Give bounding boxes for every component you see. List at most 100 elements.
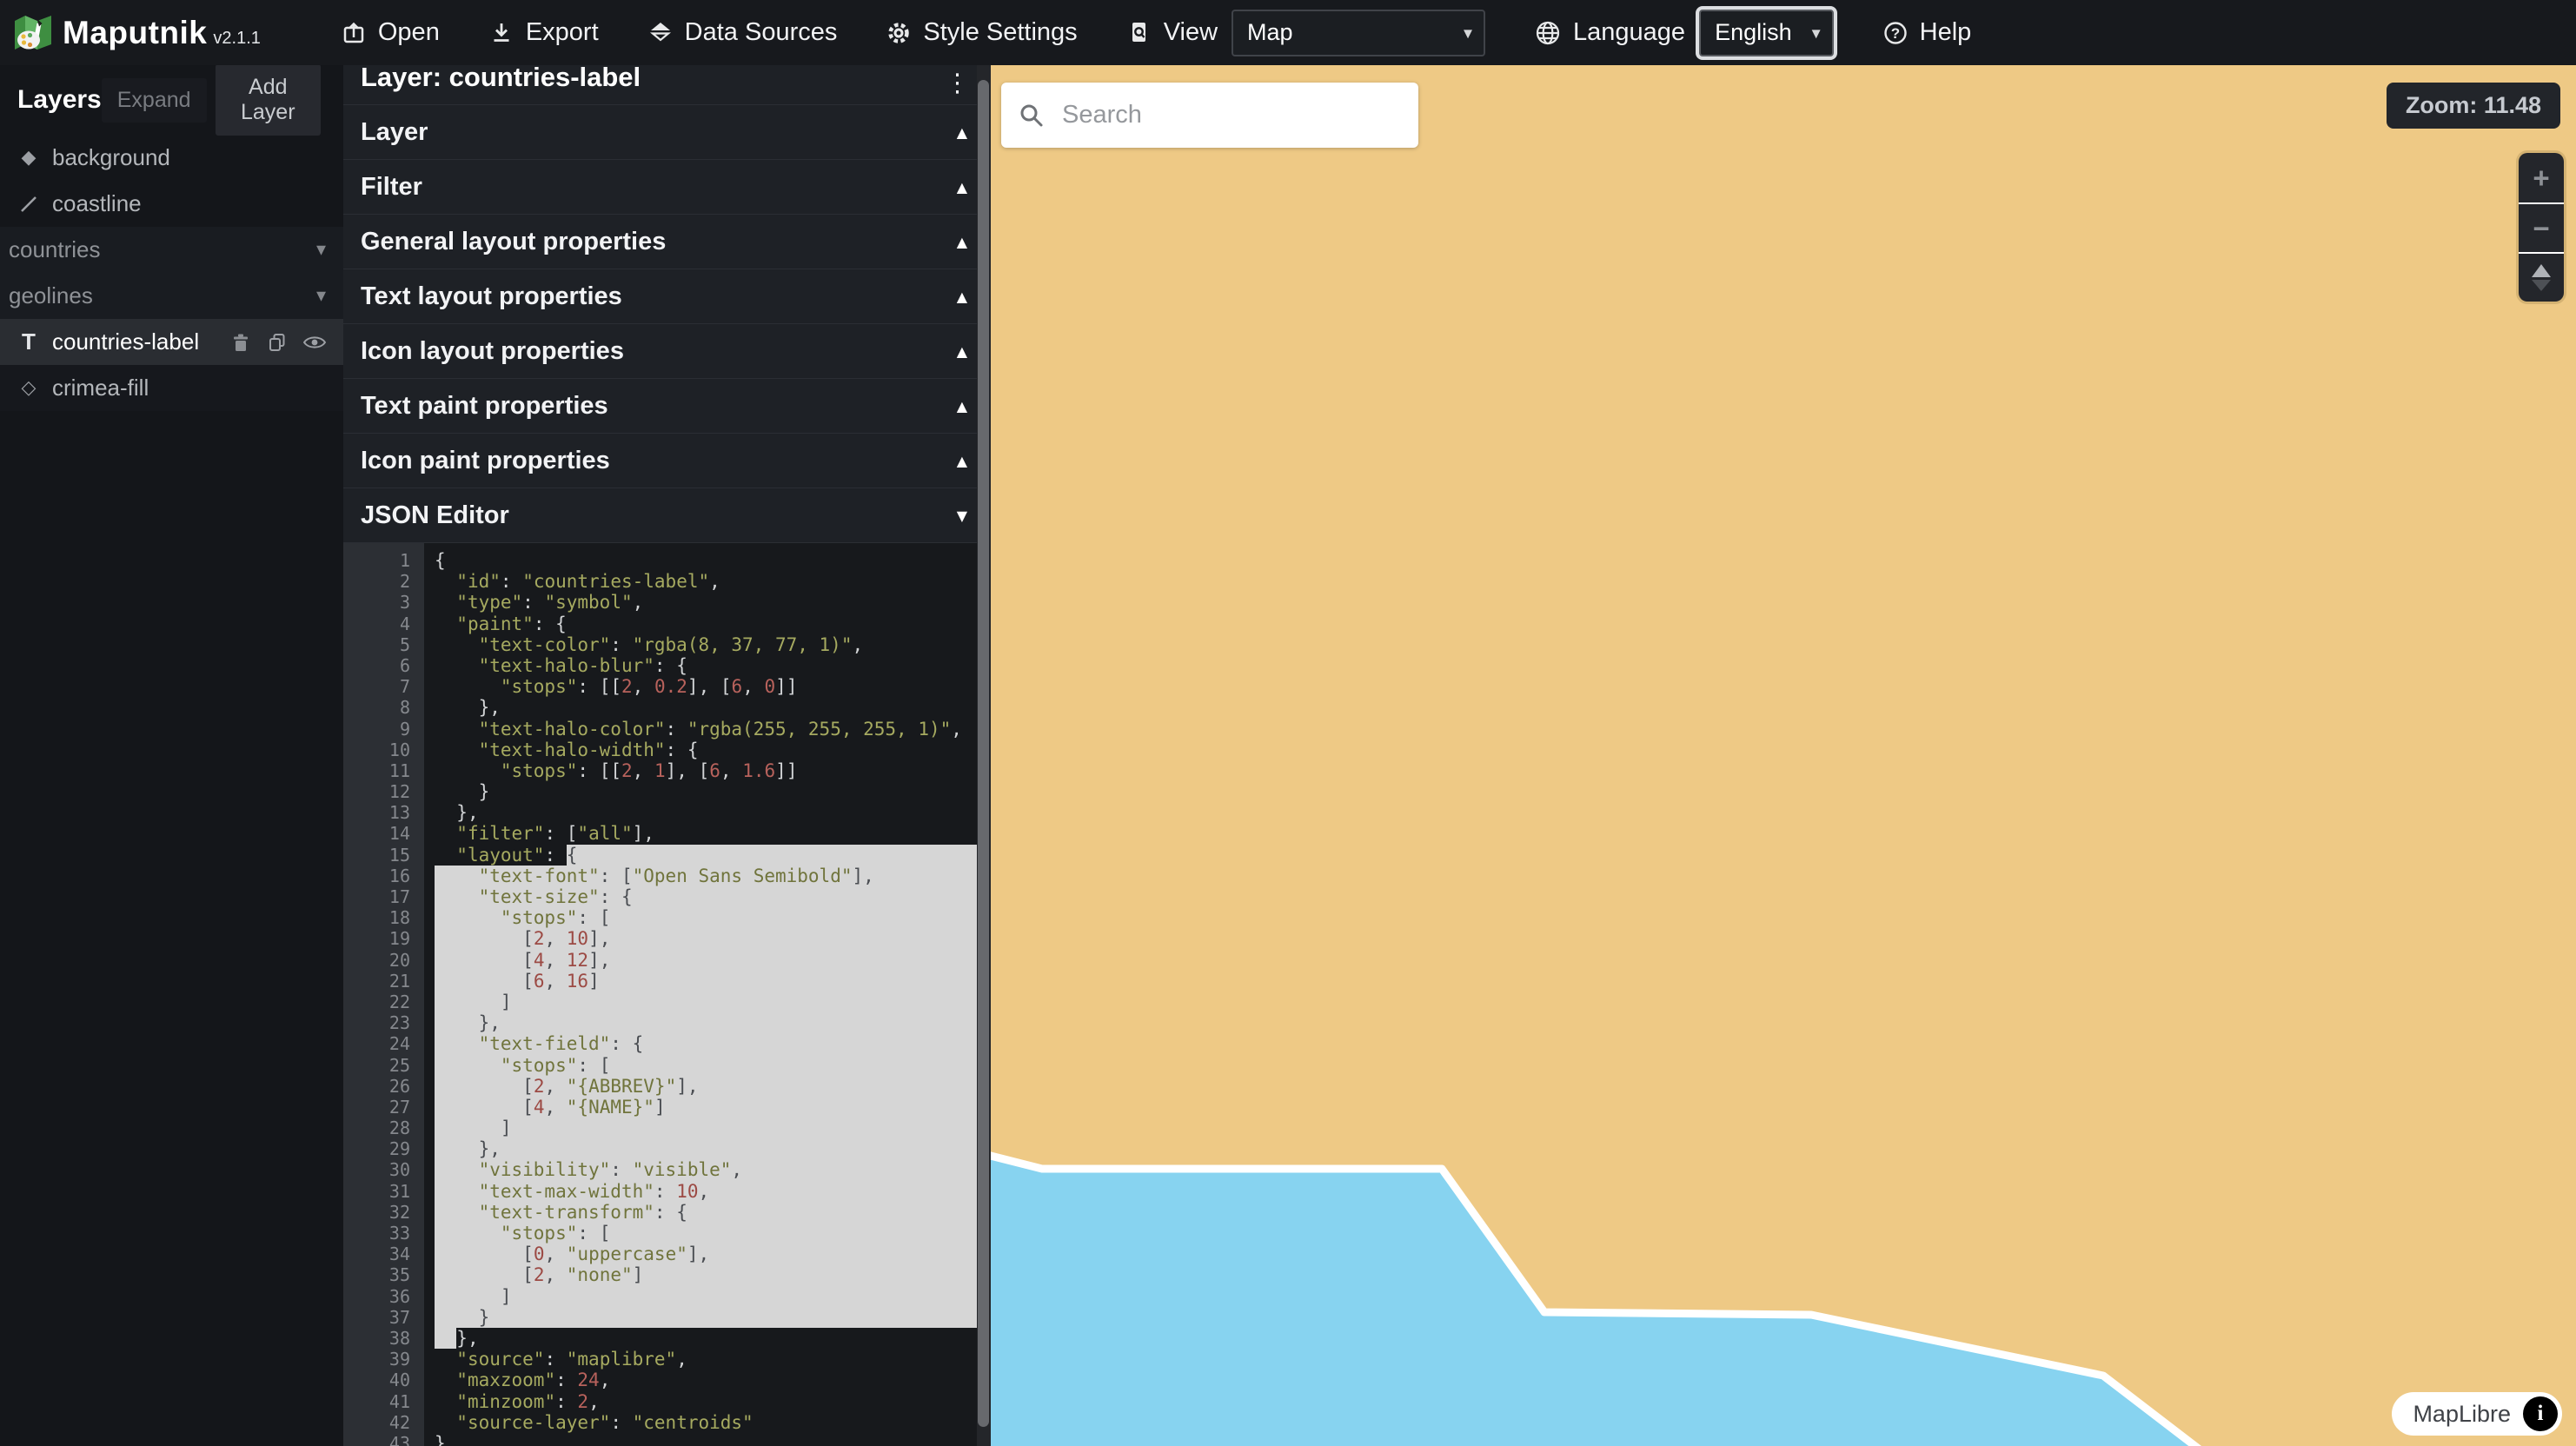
section-general-layout-properties[interactable]: General layout properties ▲ — [343, 215, 991, 269]
line-number: 42 — [343, 1412, 424, 1433]
language-select-value: English — [1715, 19, 1792, 46]
duplicate-icon[interactable] — [267, 332, 288, 353]
help-icon: ? — [1882, 20, 1909, 46]
line-number-gutter: 1234567891011121314151617181920212223242… — [343, 543, 424, 1446]
line-number: 39 — [343, 1349, 424, 1370]
line-number: 23 — [343, 1012, 424, 1033]
code-line: "text-halo-width": { — [435, 740, 977, 760]
code-line: [2, "{ABBREV}"], — [435, 1076, 977, 1097]
attribution-text: MapLibre — [2413, 1401, 2511, 1428]
code-line: "type": "symbol", — [435, 592, 977, 613]
code-line: ] — [435, 1118, 977, 1138]
view-select-value: Map — [1247, 19, 1293, 46]
section-label: Filter — [361, 173, 422, 202]
line-number: 22 — [343, 992, 424, 1012]
line-number: 4 — [343, 614, 424, 634]
section-icon-paint-properties[interactable]: Icon paint properties▲ — [343, 434, 991, 488]
line-icon — [17, 195, 40, 214]
view-select[interactable]: Map ▾ — [1232, 10, 1485, 56]
expand-button[interactable]: Expand — [102, 78, 207, 123]
line-number: 41 — [343, 1391, 424, 1412]
eye-icon[interactable] — [303, 333, 326, 352]
code-area[interactable]: { "id": "countries-label", "type": "symb… — [424, 543, 977, 1446]
line-number: 33 — [343, 1223, 424, 1244]
section-label: General layout properties — [361, 228, 666, 256]
export-button[interactable]: Export — [488, 18, 599, 47]
view-button[interactable]: View — [1126, 18, 1218, 47]
section-layer[interactable]: Layer▲ — [343, 105, 991, 160]
code-line: "text-halo-color": "rgba(255, 255, 255, … — [435, 719, 977, 740]
minus-icon: − — [2533, 212, 2549, 245]
panel-scrollbar — [977, 65, 991, 1446]
svg-text:?: ? — [1890, 25, 1899, 42]
caret-down-icon[interactable]: ▾ — [316, 285, 326, 307]
code-line: "text-size": { — [435, 886, 977, 907]
line-number: 37 — [343, 1307, 424, 1328]
code-line: "source": "maplibre", — [435, 1349, 977, 1370]
line-number: 29 — [343, 1138, 424, 1159]
code-line: [2, "none"] — [435, 1264, 977, 1285]
panel-scrollbar-thumb[interactable] — [978, 80, 989, 1427]
map-canvas[interactable]: Zoom: 11.48 + − MapLibre i — [991, 65, 2576, 1446]
search-input[interactable] — [1060, 100, 1418, 130]
language-select[interactable]: English ▾ — [1699, 10, 1834, 56]
expand-icon: ▲ — [957, 398, 967, 415]
code-line: } — [435, 1433, 977, 1446]
line-number: 9 — [343, 719, 424, 740]
caret-down-icon[interactable]: ▾ — [316, 239, 326, 261]
section-text-paint-properties[interactable]: Text paint properties▲ — [343, 379, 991, 434]
layer-group-countries[interactable]: countries ▾ — [0, 227, 343, 273]
line-number: 36 — [343, 1286, 424, 1307]
triangle-up-icon — [2532, 264, 2551, 277]
code-line: "maxzoom": 24, — [435, 1370, 977, 1390]
info-icon[interactable]: i — [2523, 1396, 2558, 1431]
line-number: 16 — [343, 866, 424, 886]
layer-actions — [230, 332, 326, 353]
diamond-outline-icon: ◇ — [17, 377, 40, 399]
layer-item-countries-label[interactable]: T countries-label — [0, 319, 343, 365]
help-button[interactable]: ? Help — [1882, 18, 1972, 47]
code-line: "text-field": { — [435, 1033, 977, 1054]
layers-header: Layers Expand Add Layer — [0, 65, 343, 135]
section-text-layout-properties[interactable]: Text layout properties▲ — [343, 269, 991, 324]
kebab-menu-icon[interactable]: ⋮ — [945, 65, 970, 100]
line-number: 5 — [343, 634, 424, 655]
app-title: Maputnik — [63, 15, 207, 51]
section-icon-layout-properties[interactable]: Icon layout properties▲ — [343, 324, 991, 379]
zoom-in-button[interactable]: + — [2519, 153, 2564, 202]
code-line: "stops": [ — [435, 907, 977, 928]
section-filter[interactable]: Filter▲ — [343, 160, 991, 215]
code-line: [4, "{NAME}"] — [435, 1097, 977, 1118]
app-version: v2.1.1 — [213, 29, 260, 49]
layer-group-geolines[interactable]: geolines ▾ — [0, 273, 343, 319]
expand-icon: ▲ — [957, 234, 967, 250]
search-icon — [1019, 103, 1045, 129]
pitch-toggle-button[interactable] — [2519, 252, 2564, 302]
line-number: 3 — [343, 592, 424, 613]
language-group: Language English ▾ — [1534, 10, 1834, 56]
line-number: 21 — [343, 971, 424, 992]
chevron-down-icon: ▾ — [1464, 22, 1472, 43]
section-json-editor[interactable]: JSON Editor▼ — [343, 488, 991, 543]
json-editor[interactable]: 1234567891011121314151617181920212223242… — [343, 543, 977, 1446]
layer-item-coastline[interactable]: coastline — [0, 181, 343, 227]
line-number: 7 — [343, 676, 424, 697]
data-sources-button[interactable]: Data Sources — [647, 18, 838, 47]
layer-item-crimea-fill[interactable]: ◇ crimea-fill — [0, 365, 343, 411]
line-number: 11 — [343, 760, 424, 781]
delete-icon[interactable] — [230, 332, 251, 353]
open-button[interactable]: Open — [341, 18, 440, 47]
layer-list: ◆ background coastline countries ▾ geoli… — [0, 135, 343, 411]
layer-item-background[interactable]: ◆ background — [0, 135, 343, 181]
expand-icon: ▲ — [957, 453, 967, 469]
language-button[interactable]: Language — [1534, 18, 1685, 47]
topbar-menu: Open Export Data Sources — [341, 10, 1971, 56]
layer-editor-panel: Layer: countries-label ⋮ Layer▲Filter▲Ge… — [343, 65, 991, 1446]
style-settings-button[interactable]: Style Settings — [886, 18, 1077, 47]
zoom-out-button[interactable]: − — [2519, 202, 2564, 252]
section-label: Text layout properties — [361, 282, 622, 311]
panel-header: Layer: countries-label ⋮ — [343, 65, 991, 105]
code-line: "text-halo-blur": { — [435, 655, 977, 676]
add-layer-button[interactable]: Add Layer — [216, 64, 321, 136]
line-number: 43 — [343, 1433, 424, 1446]
